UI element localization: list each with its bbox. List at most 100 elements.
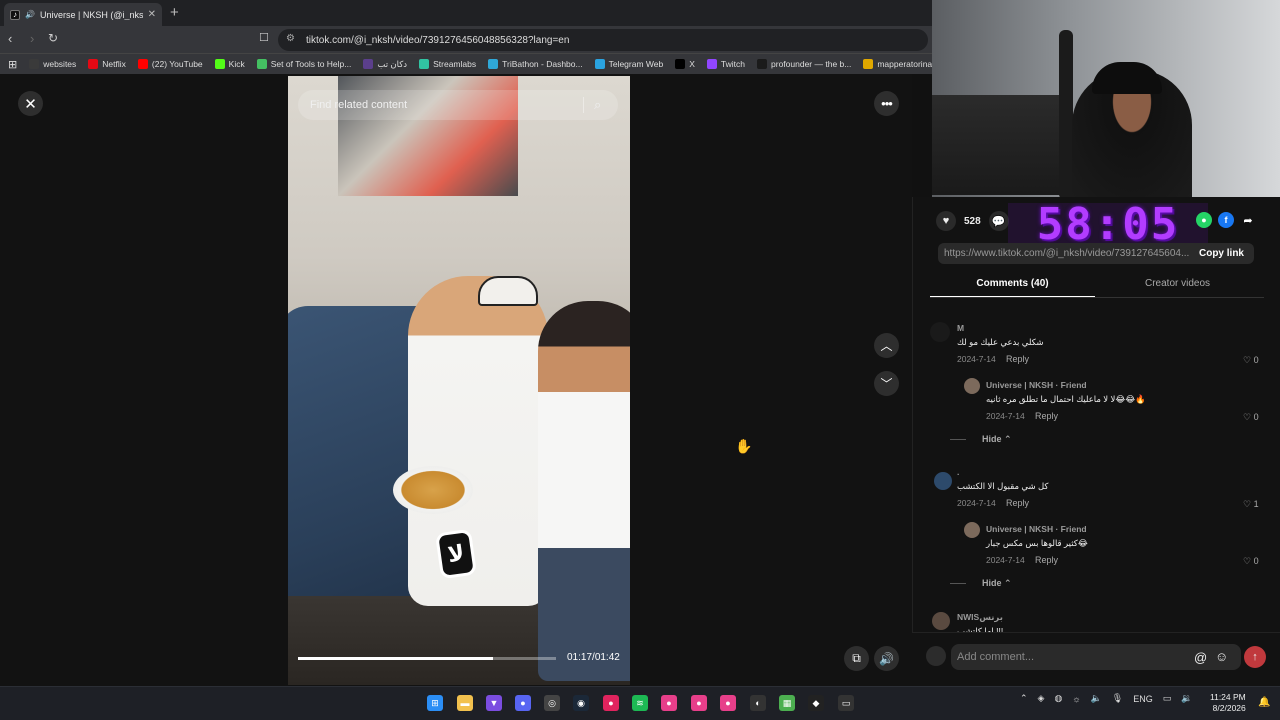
mention-icon[interactable]: @ — [1194, 650, 1207, 665]
taskbar-clock[interactable]: 11:24 PM 8/2/2026 — [1210, 692, 1246, 714]
bookmark-item[interactable]: (22) YouTube — [132, 59, 209, 69]
user-avatar — [926, 646, 946, 666]
reply-button[interactable]: Reply — [1035, 411, 1058, 421]
app-pink-icon-3[interactable]: ● — [720, 695, 736, 711]
more-options-button[interactable]: ••• — [874, 91, 899, 116]
comment-author[interactable]: M — [957, 323, 964, 333]
reload-icon[interactable]: ↻ — [48, 31, 58, 45]
back-icon[interactable]: ‹ — [8, 31, 12, 46]
avatar[interactable] — [932, 612, 950, 630]
close-tab-icon[interactable]: ✕ — [148, 9, 156, 20]
avatar[interactable] — [934, 472, 952, 490]
share-arrow-icon[interactable]: ➦ — [1240, 212, 1256, 228]
heart-icon[interactable]: ♥ — [936, 211, 956, 231]
previous-video-button[interactable]: ︿ — [874, 333, 899, 358]
minecraft-icon[interactable]: ▦ — [779, 695, 795, 711]
comment-like[interactable]: ♡ 0 — [1243, 556, 1259, 567]
microphone-icon[interactable]: 🎙 — [1112, 693, 1123, 704]
avatar[interactable] — [964, 378, 980, 394]
comment-author[interactable]: Universe | NKSH · Friend — [986, 380, 1087, 390]
tab-creator-videos[interactable]: Creator videos — [1095, 278, 1260, 289]
stream-timer-overlay: 58:05 — [1008, 203, 1208, 247]
new-tab-button[interactable]: + — [170, 4, 179, 21]
close-video-button[interactable]: ✕ — [18, 91, 43, 116]
site-info-icon[interactable]: ⚙ — [286, 33, 295, 44]
hide-replies-button[interactable]: Hide ⌃ — [950, 434, 1012, 445]
netflix-icon — [88, 59, 99, 69]
language-indicator[interactable]: ENG — [1133, 694, 1153, 704]
bookmark-item[interactable]: websites — [23, 59, 82, 69]
app-red-icon[interactable]: ● — [603, 695, 619, 711]
terminal-icon[interactable]: ▭ — [838, 695, 854, 711]
twitch-taskbar-icon[interactable]: ▼ — [486, 695, 502, 711]
comment-author[interactable]: NWISبرنس — [957, 612, 1003, 623]
reply-button[interactable]: Reply — [1006, 498, 1029, 508]
tab-title: Universe | NKSH (@i_nksh) | T — [40, 9, 143, 20]
browser-tab[interactable]: ♪ 🔊 Universe | NKSH (@i_nksh) | T ✕ — [4, 3, 162, 26]
bookmark-item[interactable]: Telegram Web — [589, 59, 670, 69]
comment-like[interactable]: ♡ 0 — [1243, 355, 1259, 366]
facebook-icon[interactable]: f — [1218, 212, 1234, 228]
volume-button[interactable]: 🔊 — [874, 646, 899, 671]
bookmark-item[interactable]: دكان تب — [357, 59, 413, 70]
forward-icon[interactable]: › — [30, 31, 34, 46]
app-dark-icon[interactable]: ◐ — [750, 695, 766, 711]
reply-button[interactable]: Reply — [1035, 555, 1058, 565]
tab-comments[interactable]: Comments (40) — [930, 278, 1095, 289]
windows-start-icon[interactable]: ⊞ — [427, 695, 443, 711]
apps-icon[interactable]: ⊞ — [0, 58, 23, 71]
bookmark-label: Streamlabs — [433, 59, 477, 69]
tray-app-icon-2[interactable]: ◍ — [1054, 693, 1062, 704]
audio-icon[interactable]: 🔊 — [25, 10, 35, 20]
tray-chevron-up-icon[interactable]: ⌃ — [1020, 693, 1028, 704]
comment-like[interactable]: ♡ 1 — [1243, 499, 1259, 510]
comment-like-count: 1 — [1253, 499, 1259, 509]
reply-button[interactable]: Reply — [1006, 354, 1029, 364]
folder-icon — [29, 59, 40, 69]
bookmark-item[interactable]: profounder — the b... — [751, 59, 857, 69]
comment-like[interactable]: ♡ 0 — [1243, 412, 1259, 423]
bookmark-item[interactable]: X — [669, 59, 701, 69]
video-player[interactable]: لا — [288, 76, 630, 685]
whatsapp-icon[interactable]: ● — [1196, 212, 1212, 228]
webcam-cap — [1092, 62, 1162, 94]
send-comment-button[interactable]: ↑ — [1244, 646, 1266, 668]
volume-tray-icon[interactable]: 🔉 — [1181, 693, 1192, 704]
discord-icon[interactable]: ● — [515, 695, 531, 711]
video-frame-person-right — [538, 301, 630, 681]
related-search-input[interactable]: Find related content — [298, 90, 618, 120]
address-bar[interactable]: tiktok.com/@i_nksh/video/739127645604885… — [278, 29, 928, 51]
bookmark-item[interactable]: Twitch — [701, 59, 751, 69]
bookmark-item[interactable]: Netflix — [82, 59, 132, 69]
bookmark-icon[interactable]: ☐ — [259, 31, 269, 44]
app-pink-icon-1[interactable]: ● — [661, 695, 677, 711]
speaker-icon[interactable]: 🔈 — [1091, 693, 1102, 704]
hide-replies-button[interactable]: Hide ⌃ — [950, 578, 1012, 589]
brightness-icon[interactable]: ☼ — [1072, 694, 1080, 704]
steam-icon[interactable]: ◉ — [573, 695, 589, 711]
spotify-icon[interactable]: ≋ — [632, 695, 648, 711]
file-explorer-icon[interactable]: ▬ — [457, 695, 473, 711]
avatar[interactable] — [930, 322, 950, 342]
comment-icon[interactable]: 💬 — [988, 211, 1009, 231]
avatar[interactable] — [964, 522, 980, 538]
like-group[interactable]: ♥ 528 💬 — [936, 211, 1009, 231]
picture-in-picture-button[interactable]: ⧉ — [844, 646, 869, 671]
app-pink-icon-2[interactable]: ● — [691, 695, 707, 711]
bookmark-item[interactable]: mapperatorinator_i... — [857, 59, 932, 69]
notification-bell-icon[interactable]: 🔔 — [1258, 697, 1270, 708]
app-red-dark-icon[interactable]: ◆ — [808, 695, 824, 711]
comment-author[interactable]: Universe | NKSH · Friend — [986, 524, 1087, 534]
network-icon[interactable]: ▭ — [1163, 693, 1172, 704]
comment-author[interactable]: . — [957, 467, 959, 477]
obs-icon[interactable]: ◎ — [544, 695, 560, 711]
bookmark-item[interactable]: Kick — [209, 59, 251, 69]
copy-link-button[interactable]: Copy link — [1189, 248, 1254, 259]
search-icon[interactable]: ⌕ — [594, 97, 601, 113]
next-video-button[interactable]: ﹀ — [874, 371, 899, 396]
bookmark-item[interactable]: Set of Tools to Help... — [251, 59, 358, 69]
tray-app-icon-1[interactable]: ◈ — [1038, 693, 1045, 704]
bookmark-item[interactable]: Streamlabs — [413, 59, 482, 69]
bookmark-item[interactable]: TriBathon - Dashbo... — [482, 59, 588, 69]
emoji-icon[interactable]: ☺ — [1215, 649, 1228, 664]
